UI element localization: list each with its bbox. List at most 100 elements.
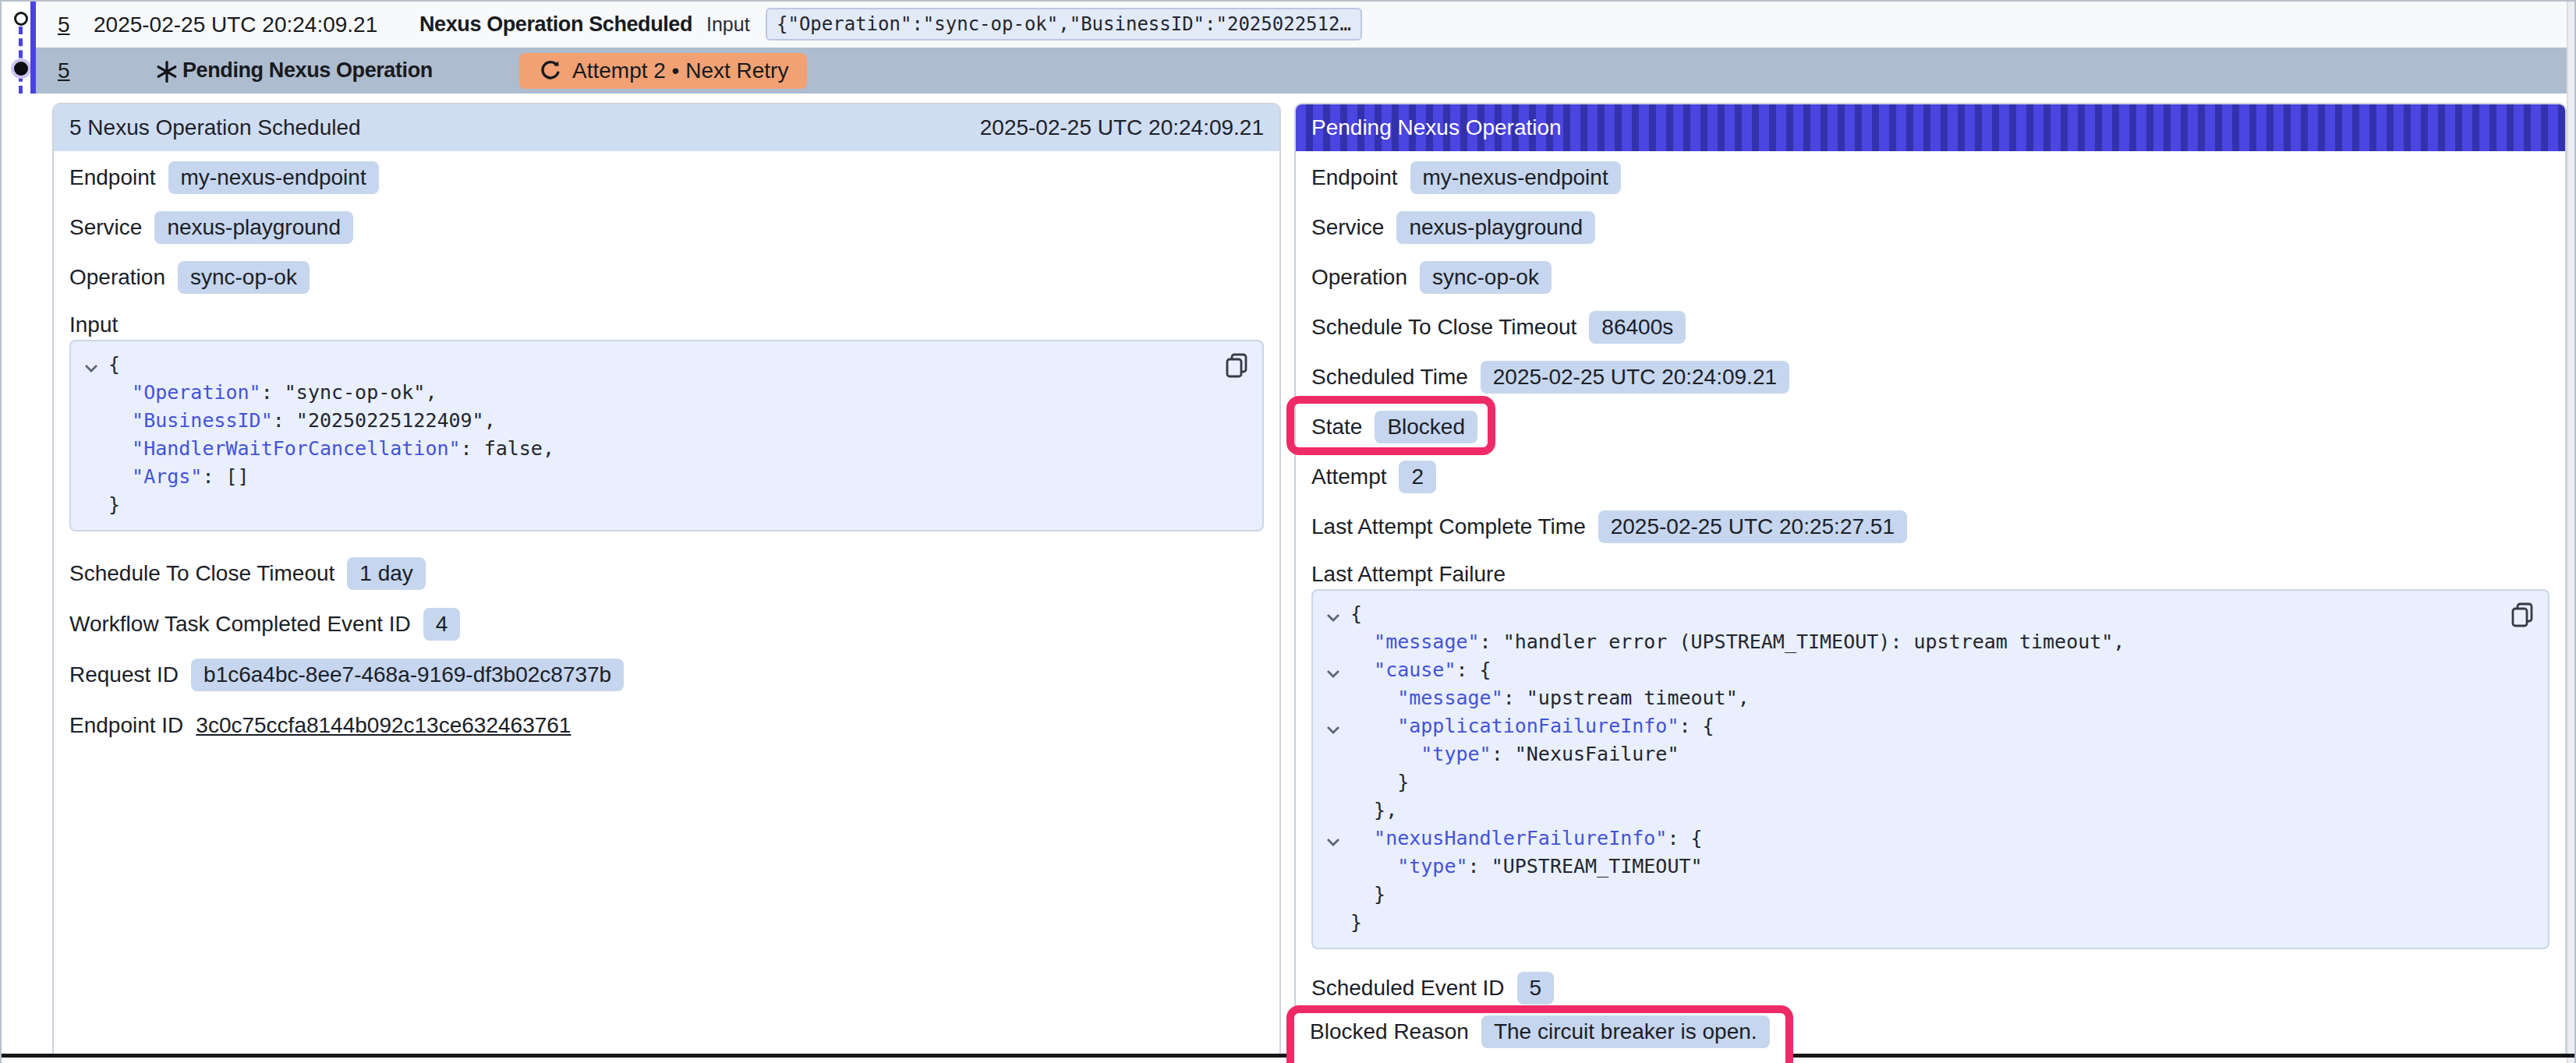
panel-timestamp: 2025-02-25 UTC 20:24:09.21 [980,115,1264,140]
field-value-chip: 86400s [1589,311,1686,344]
collapse-chevron-icon[interactable] [1325,715,1341,737]
scrollbar-gutter[interactable] [2567,2,2574,1063]
json-line: { [108,351,1247,379]
json-line: "BusinessID": "20250225122409", [108,407,1247,435]
event-history-page: 5 2025-02-25 UTC 20:24:09.21 Nexus Opera… [0,0,2576,1063]
json-line: "message": "upstream timeout", [1350,684,2532,712]
event-input-preview-chip: {"Operation":"sync-op-ok","BusinessID":"… [766,8,1362,41]
field-value-chip: 2025-02-25 UTC 20:25:27.51 [1598,510,1907,543]
json-line: }, [1350,796,2532,825]
field-label: Schedule To Close Timeout [1311,315,1576,340]
event-name: Nexus Operation Scheduled [419,2,692,48]
collapse-chevron-icon[interactable] [1325,659,1341,681]
json-line: } [108,491,1247,519]
event-detail-panel-scheduled: 5 Nexus Operation Scheduled 2025-02-25 U… [52,103,1281,1054]
json-line: "nexusHandlerFailureInfo": { [1350,825,2532,853]
field-value-chip: 5 [1517,972,1555,1005]
selected-event-indicator-bar [30,2,36,94]
json-line: { [1350,600,2532,628]
pending-operation-title: Pending Nexus Operation [182,48,433,94]
timeline-event-marker-current [14,62,28,76]
field-row: Servicenexus-playground [69,210,1264,245]
json-line: } [1350,768,2532,796]
retry-icon [538,59,561,83]
field-row: Attempt 2 [1311,460,2549,494]
field-row: Operation sync-op-ok [69,260,1264,295]
field-value-chip: my-nexus-endpoint [1410,161,1621,194]
field-value-chip: nexus-playground [154,211,353,244]
json-line: "type": "NexusFailure" [1350,740,2532,768]
field-row: Blocked Reason The circuit breaker is op… [1310,1015,1785,1049]
field-row: Schedule To Close Timeout 1 day [69,556,1264,591]
event-detail-label: Input [706,2,750,48]
field-row: Scheduled Event ID 5 [1311,971,2549,1005]
field-value-chip: sync-op-ok [1420,261,1552,294]
json-line: "message": "handler error (UPSTREAM_TIME… [1350,628,2532,656]
panel-header-scheduled: 5 Nexus Operation Scheduled 2025-02-25 U… [54,104,1279,151]
field-value-chip: 2 [1399,461,1436,493]
pending-operation-panel: Pending Nexus Operation Endpoint my-nexus… [1294,103,2567,1054]
attempt-retry-badge: Attempt 2 • Next Retry [519,53,807,89]
field-row: Schedule To Close Timeout 86400s [1311,310,2549,344]
field-row: Service nexus-playground [1311,210,2549,245]
field-value-chip: my-nexus-endpoint [168,161,379,194]
field-row: Scheduled Time 2025-02-25 UTC 20:24:09.21 [1311,360,2549,394]
field-label: Operation [69,265,165,290]
field-value-chip: 2025-02-25 UTC 20:24:09.21 [1481,361,1789,394]
json-line: } [1350,881,2532,909]
timeline-event-marker-open [14,12,28,26]
collapse-chevron-icon[interactable] [1325,828,1341,849]
json-line: "Operation": "sync-op-ok", [108,379,1247,407]
field-row: Operation sync-op-ok [1311,260,2549,295]
failure-json-block: { "message": "handler error (UPSTREAM_TI… [1311,589,2549,949]
json-line: "cause": { [1350,656,2532,684]
field-label: Endpoint ID [69,713,183,738]
field-value-chip: Blocked [1375,411,1477,443]
field-label: Service [1311,215,1384,240]
event-id-link[interactable]: 5 [58,2,70,48]
field-label: Attempt [1311,464,1386,489]
json-line: } [1350,909,2532,937]
field-label: Blocked Reason [1310,1019,1469,1044]
blocked-reason-highlight-annotation: Blocked Reason The circuit breaker is op… [1286,1005,1793,1063]
field-label: Endpoint [1311,165,1398,190]
field-value-chip: 4 [423,608,461,641]
field-label: Operation [1311,265,1407,290]
field-value-link[interactable]: 3c0c75ccfa8144b092c13ce632463761 [196,713,571,738]
field-label: Endpoint [69,165,156,190]
attempt-retry-text: Attempt 2 • Next Retry [572,58,788,83]
field-label: Scheduled Event ID [1311,976,1505,1001]
collapse-chevron-icon[interactable] [1325,603,1341,625]
field-label: Scheduled Time [1311,365,1468,390]
field-label: Schedule To Close Timeout [69,561,334,586]
field-value-chip: nexus-playground [1396,211,1595,244]
event-timestamp: 2025-02-25 UTC 20:24:09.21 [94,2,377,48]
timeline-dashed-line [19,26,23,94]
field-label: Workflow Task Completed Event ID [69,612,411,637]
field-row: State Blocked [1311,410,2549,444]
json-line: "applicationFailureInfo": { [1350,712,2532,740]
json-line: "Args": [] [108,463,1247,491]
field-value-chip: 1 day [347,557,426,590]
field-row: Last Attempt Complete Time 2025-02-25 UTC… [1311,510,2549,544]
field-label: Last Attempt Complete Time [1311,514,1586,539]
field-row: Endpoint ID 3c0c75ccfa8144b092c13ce632463… [69,708,1264,743]
json-line: "type": "UPSTREAM_TIMEOUT" [1350,853,2532,881]
field-label: Request ID [69,662,179,687]
panel-header-pending: Pending Nexus Operation [1296,104,2565,151]
field-row: Endpoint my-nexus-endpoint [69,161,1264,195]
field-row: Request ID b1c6a4bc-8ee7-468a-9169-df3b02… [69,658,1264,692]
event-id-link[interactable]: 5 [58,48,70,94]
input-json-block: { "Operation": "sync-op-ok", "BusinessID… [69,340,1264,532]
collapse-chevron-icon[interactable] [83,354,99,376]
json-line: "HandlerWaitForCancellation": false, [108,435,1247,463]
input-section-label: Input [69,310,1264,340]
field-label: State [1311,415,1362,440]
event-row-scheduled[interactable]: 5 2025-02-25 UTC 20:24:09.21 Nexus Opera… [36,2,2567,48]
event-row-pending[interactable]: 5 Pending Nexus Operation Attempt 2 • Ne… [36,48,2570,94]
field-value-chip: The circuit breaker is open. [1481,1015,1770,1048]
panel-title: Pending Nexus Operation [1311,115,1562,140]
field-value-chip: b1c6a4bc-8ee7-468a-9169-df3b02c8737b [191,659,624,691]
field-value-chip: sync-op-ok [178,261,310,294]
panel-title: 5 Nexus Operation Scheduled [69,115,361,140]
